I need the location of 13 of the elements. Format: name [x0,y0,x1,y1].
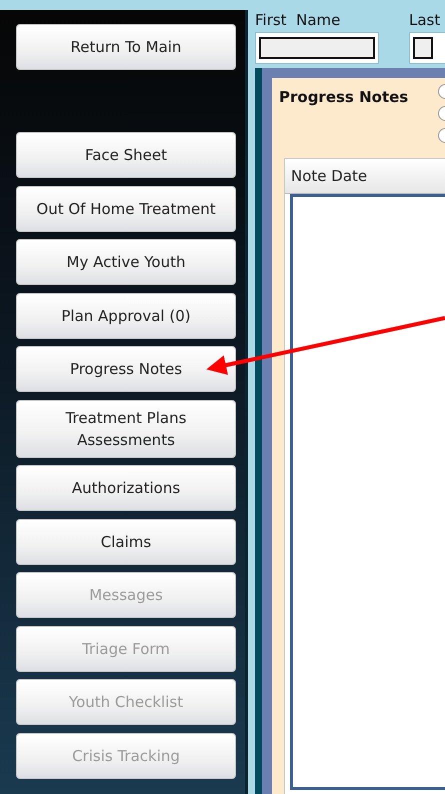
nav-button[interactable]: Claims [16,518,236,564]
return-to-main-button[interactable]: Return To Main [16,24,236,70]
nav-button[interactable]: Authorizations [16,465,236,511]
nav-button[interactable]: My Active Youth [16,239,236,285]
last-name-label: Last [409,10,442,30]
nav-button[interactable]: Face Sheet [16,132,236,178]
panel-title: Progress Notes [279,87,408,108]
first-name-field[interactable] [255,32,379,64]
nav-button[interactable]: Plan Approval (0) [16,292,236,338]
nav-button[interactable]: Treatment Plans Assessments [16,400,236,458]
first-name-label: First Name [255,10,342,30]
nav-button[interactable]: Progress Notes [16,346,236,392]
nav-button[interactable]: Out Of Home Treatment [16,186,236,232]
